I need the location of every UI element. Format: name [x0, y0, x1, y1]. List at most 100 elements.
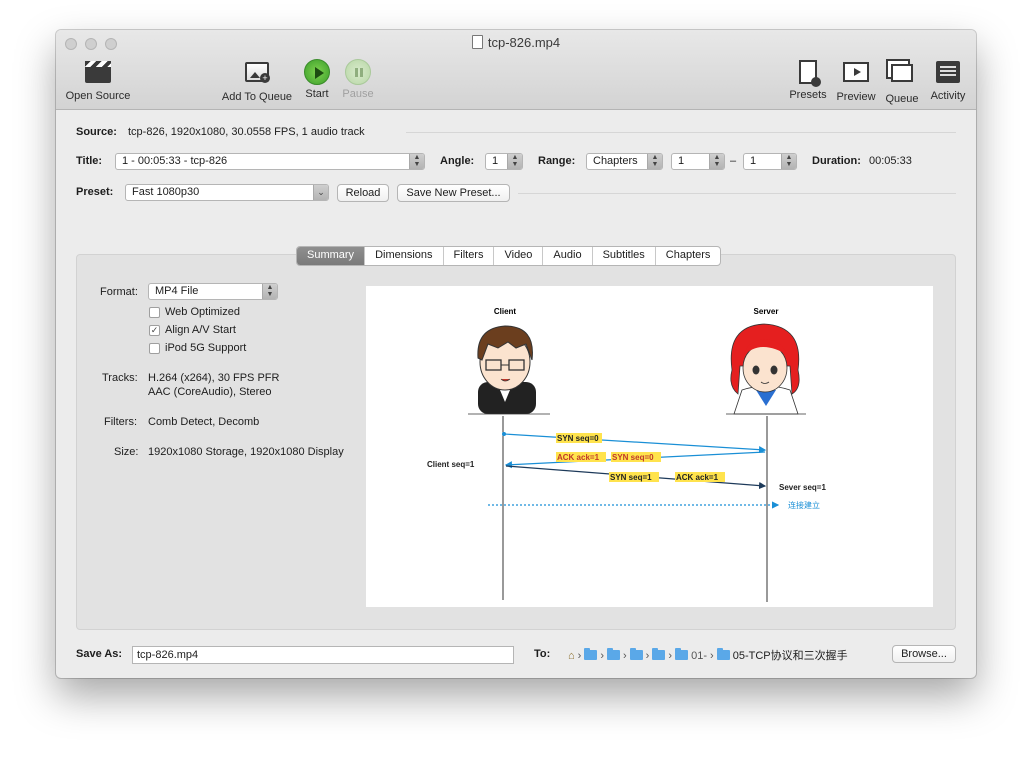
tracks-video: H.264 (x264), 30 FPS PFR	[148, 372, 280, 384]
tracks-label: Tracks:	[102, 372, 138, 384]
divider	[518, 193, 956, 194]
size-label: Size:	[114, 446, 139, 458]
tab-bar: Summary Dimensions Filters Video Audio S…	[296, 246, 722, 266]
range-start-select[interactable]: 1 ▲ ▼	[671, 153, 725, 170]
ack-label: ACK ack=1	[557, 453, 600, 462]
duration-label: Duration:	[812, 155, 861, 167]
add-to-queue-icon: +	[243, 62, 271, 88]
format-select-value: MP4 File	[155, 285, 199, 297]
angle-select[interactable]: 1 ▲ ▼	[485, 153, 523, 170]
tab-video[interactable]: Video	[494, 247, 544, 265]
main-content: Source: tcp-826, 1920x1080, 30.0558 FPS,…	[56, 110, 976, 678]
format-label: Format:	[100, 286, 138, 298]
server-title: Server	[754, 307, 779, 316]
folder-icon[interactable]	[629, 648, 643, 660]
checkmark-icon: ✓	[150, 325, 159, 335]
angle-select-value: 1	[492, 155, 499, 167]
start-button[interactable]: Start	[302, 59, 332, 100]
path-partial-label: 01-	[691, 650, 707, 662]
updown-chevron-icon: ▲ ▼	[262, 284, 277, 299]
home-icon[interactable]: ⌂	[568, 650, 575, 662]
format-select[interactable]: MP4 File ▲ ▼	[148, 283, 278, 300]
reload-button[interactable]: Reload	[337, 184, 389, 202]
preview-label: Preview	[836, 91, 876, 103]
preview-button[interactable]: Preview	[834, 59, 878, 103]
filters-label: Filters:	[104, 416, 137, 428]
ack2-label: ACK ack=1	[676, 473, 719, 482]
save-as-label: Save As:	[76, 648, 123, 660]
client-title: Client	[494, 307, 517, 316]
save-as-field[interactable]: tcp-826.mp4	[132, 646, 514, 664]
ipod-support-checkbox[interactable]	[149, 343, 160, 354]
syn-label: SYN seq=0	[557, 434, 599, 443]
updown-chevron-icon: ▲ ▼	[409, 154, 424, 169]
range-mode-value: Chapters	[593, 155, 638, 167]
folder-icon[interactable]	[584, 648, 598, 660]
folder-icon[interactable]	[675, 648, 689, 660]
window-title: tcp-826.mp4	[56, 35, 976, 50]
title-select-value: 1 - 00:05:33 - tcp-826	[122, 155, 228, 167]
server-avatar	[726, 323, 806, 415]
updown-chevron-icon: ▲ ▼	[507, 154, 522, 169]
align-av-checkbox[interactable]: ✓	[149, 325, 160, 336]
folder-icon[interactable]	[716, 648, 730, 660]
title-select[interactable]: 1 - 00:05:33 - tcp-826 ▲ ▼	[115, 153, 425, 170]
pause-button[interactable]: Pause	[340, 59, 376, 100]
source-value: tcp-826, 1920x1080, 30.0558 FPS, 1 audio…	[128, 126, 365, 138]
play-icon	[303, 59, 331, 85]
established-label: 连接建立	[788, 500, 820, 510]
web-optimized-label: Web Optimized	[165, 306, 240, 318]
open-source-button[interactable]: Open Source	[62, 59, 134, 102]
client-avatar	[468, 325, 550, 415]
destination-path[interactable]: ⌂ › › › › › 01- › 05-TCP协议和三次握手	[568, 647, 848, 663]
presets-button[interactable]: Presets	[786, 59, 830, 101]
tab-audio[interactable]: Audio	[543, 247, 593, 265]
browse-button[interactable]: Browse...	[892, 645, 956, 663]
filters-value: Comb Detect, Decomb	[148, 416, 260, 428]
ipod-support-label: iPod 5G Support	[165, 342, 247, 354]
source-label: Source:	[76, 126, 117, 138]
range-dash: –	[730, 155, 737, 167]
duration-value: 00:05:33	[869, 155, 912, 167]
destination-label: To:	[534, 648, 551, 660]
range-end-select[interactable]: 1 ▲ ▼	[743, 153, 797, 170]
range-end-value: 1	[750, 155, 757, 167]
preset-select-value: Fast 1080p30	[132, 186, 200, 198]
tracks-audio: AAC (CoreAudio), Stereo	[148, 386, 272, 398]
tab-summary[interactable]: Summary	[297, 247, 366, 265]
web-optimized-checkbox[interactable]	[149, 307, 160, 318]
range-mode-select[interactable]: Chapters ▲ ▼	[586, 153, 663, 170]
server-seq-label: Sever seq=1	[779, 483, 826, 492]
add-to-queue-label: Add To Queue	[221, 91, 293, 103]
tab-subtitles[interactable]: Subtitles	[593, 247, 656, 265]
tab-chapters[interactable]: Chapters	[656, 247, 721, 265]
queue-icon	[888, 64, 916, 90]
size-value: 1920x1080 Storage, 1920x1080 Display	[148, 446, 344, 458]
syn-arrow	[503, 433, 767, 454]
activity-label: Activity	[930, 90, 966, 102]
film-icon	[842, 62, 870, 88]
syn-seq0-label: SYN seq=0	[612, 453, 654, 462]
activity-button[interactable]: Activity	[926, 59, 970, 102]
updown-chevron-icon: ▲ ▼	[647, 154, 662, 169]
document-icon	[471, 35, 483, 49]
align-av-label: Align A/V Start	[165, 324, 236, 336]
folder-icon[interactable]	[652, 648, 666, 660]
save-new-preset-button[interactable]: Save New Preset...	[397, 184, 510, 202]
path-last-label: 05-TCP协议和三次握手	[732, 650, 848, 662]
tab-filters[interactable]: Filters	[444, 247, 495, 265]
activity-log-icon	[934, 61, 962, 87]
queue-button[interactable]: Queue	[882, 59, 922, 105]
pause-label: Pause	[342, 88, 374, 100]
folder-icon[interactable]	[607, 648, 620, 660]
syn2-label: SYN seq=1	[610, 473, 652, 482]
add-to-queue-button[interactable]: + Add To Queue	[218, 59, 296, 103]
divider	[406, 132, 956, 133]
range-label: Range:	[538, 155, 576, 167]
preset-select[interactable]: Fast 1080p30 ⌄	[125, 184, 329, 201]
angle-label: Angle:	[440, 155, 475, 167]
range-start-value: 1	[678, 155, 685, 167]
open-source-label: Open Source	[65, 90, 131, 102]
tcp-handshake-diagram: Client Server SYN seq=0 ACK ack=1 SYN se…	[427, 307, 826, 602]
tab-dimensions[interactable]: Dimensions	[365, 247, 444, 265]
